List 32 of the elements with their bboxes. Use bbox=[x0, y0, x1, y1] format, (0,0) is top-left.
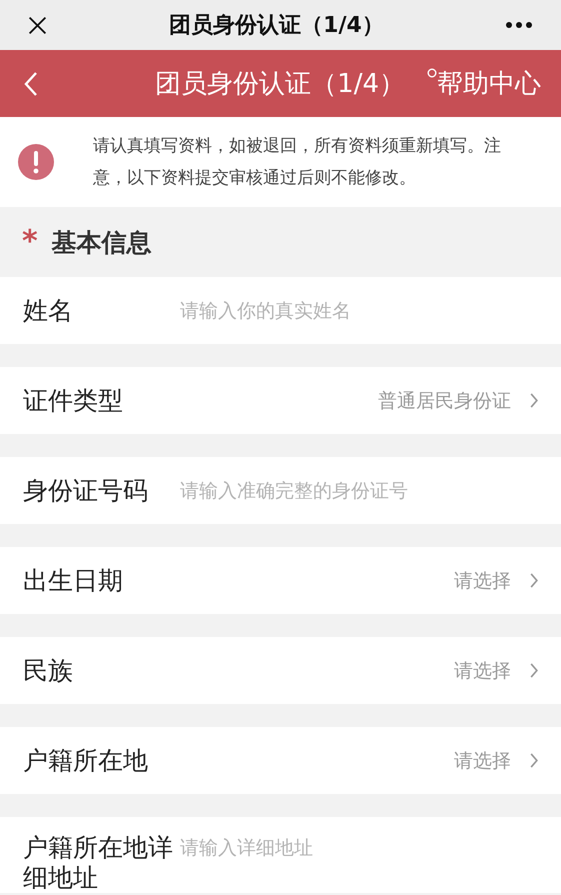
select-field[interactable]: 普通居民身份证 bbox=[378, 388, 539, 414]
field-label: 出生日期 bbox=[23, 566, 124, 596]
input-field[interactable]: 请输入准确完整的身份证号 bbox=[180, 476, 539, 506]
help-link[interactable]: 帮助中心 bbox=[427, 66, 541, 101]
form-row[interactable]: 身份证号码 请输入准确完整的身份证号 bbox=[0, 457, 561, 524]
notice-text: 请认真填写资料，如被退回，所有资料须重新填写。注意，以下资料提交审核通过后则不能修改。 bbox=[93, 135, 502, 190]
section-title: 基本信息 bbox=[52, 226, 152, 258]
more-icon[interactable] bbox=[505, 21, 533, 29]
chevron-icon bbox=[529, 752, 539, 769]
circle-icon bbox=[427, 68, 437, 78]
input-field[interactable]: 请输入详细地址 bbox=[180, 833, 539, 863]
window-title: 团员身份认证（1/4） bbox=[168, 12, 385, 40]
input-field[interactable]: 请输入你的真实姓名 bbox=[180, 296, 539, 326]
field-label: 证件类型 bbox=[23, 386, 124, 416]
select-field[interactable]: 请选择 bbox=[454, 658, 539, 684]
form-row[interactable]: 户籍所在地详细地址 请输入详细地址 bbox=[0, 817, 561, 893]
field-label: 姓名 bbox=[23, 296, 74, 326]
chevron-icon bbox=[529, 662, 539, 679]
required-mark: * bbox=[22, 227, 38, 257]
field-label: 身份证号码 bbox=[23, 476, 149, 506]
field-label: 户籍所在地详细地址 bbox=[23, 833, 174, 893]
select-field[interactable]: 请选择 bbox=[454, 748, 539, 774]
select-field[interactable]: 请选择 bbox=[454, 568, 539, 594]
chevron-icon bbox=[529, 572, 539, 589]
chevron-icon bbox=[529, 392, 539, 409]
alert-icon bbox=[18, 144, 54, 180]
form-row[interactable]: 姓名 请输入你的真实姓名 bbox=[0, 277, 561, 344]
field-label: 户籍所在地 bbox=[23, 746, 149, 776]
back-icon[interactable] bbox=[24, 70, 38, 96]
page-title: 团员身份认证（1/4） bbox=[154, 68, 406, 101]
close-icon[interactable] bbox=[27, 14, 48, 36]
field-label: 民族 bbox=[23, 656, 74, 686]
